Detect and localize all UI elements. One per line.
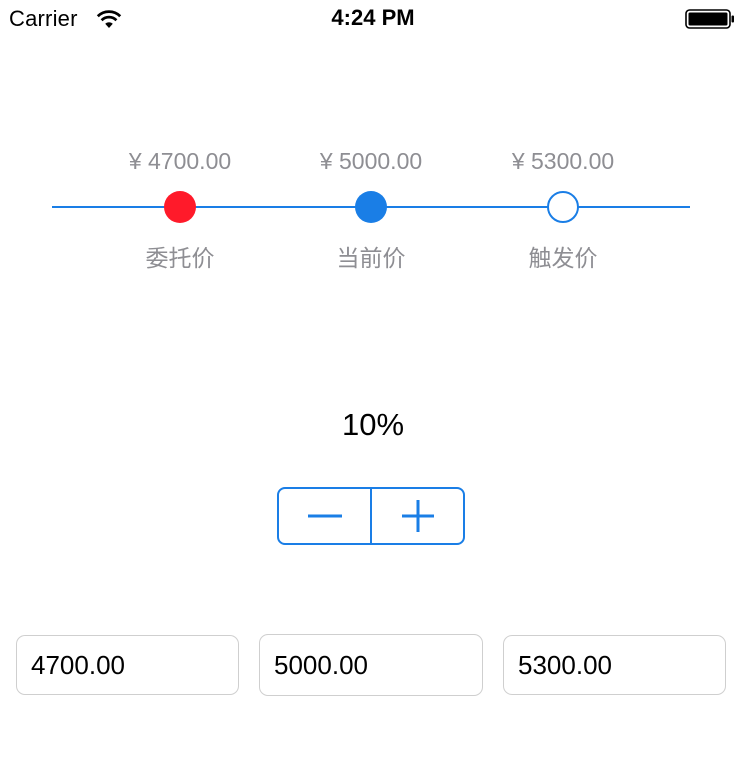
percent-value: 10% — [341, 407, 405, 442]
minus-icon — [307, 514, 342, 518]
entrust-price-name: 委托价 — [145, 245, 215, 271]
current-price-marker[interactable] — [355, 191, 387, 223]
entrust-price-marker[interactable] — [164, 191, 196, 223]
trigger-price-marker[interactable] — [547, 191, 579, 223]
entrust-price-field[interactable] — [16, 635, 239, 695]
percent-stepper — [277, 487, 465, 545]
trigger-price-label: ¥ 5300.00 — [511, 148, 615, 174]
entrust-price-label: ¥ 4700.00 — [128, 148, 232, 174]
battery-icon — [685, 9, 734, 29]
clock: 4:24 PM — [331, 5, 415, 30]
status-bar: Carrier 4:24 PM — [0, 0, 746, 40]
decrement-button[interactable] — [279, 489, 370, 543]
plus-icon — [401, 500, 434, 532]
trigger-price-name: 触发价 — [528, 245, 598, 271]
current-price-label: ¥ 5000.00 — [319, 148, 423, 174]
current-price-name: 当前价 — [336, 245, 406, 271]
increment-button[interactable] — [372, 489, 463, 543]
current-price-field[interactable] — [259, 634, 483, 696]
trigger-price-field[interactable] — [503, 635, 726, 695]
